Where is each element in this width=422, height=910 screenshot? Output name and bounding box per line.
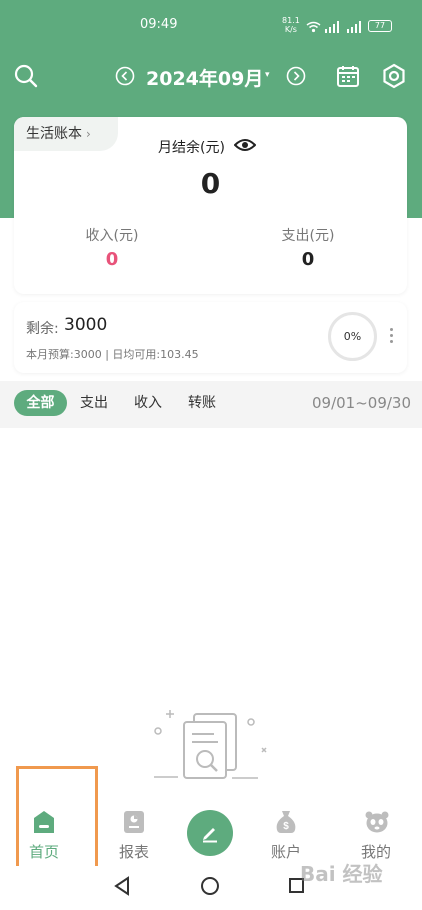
progress-text: 0% — [343, 330, 362, 343]
prev-month-icon[interactable] — [115, 66, 135, 90]
watermark: Bai 经验 — [300, 862, 383, 886]
search-icon[interactable] — [14, 64, 38, 92]
tab-expense[interactable]: 支出 — [74, 390, 114, 416]
wifi-icon — [306, 18, 321, 37]
net-speed-unit: K/s — [284, 25, 297, 34]
status-bar: 09:49 81.1 K/s 77 — [0, 14, 422, 38]
balance-label: 月结余(元) — [158, 140, 225, 156]
remaining-value: 3000 — [64, 315, 108, 335]
book-selector[interactable]: 生活账本 › — [14, 117, 118, 151]
income-label: 收入(元) — [85, 228, 139, 244]
budget-progress-ring: 0% — [328, 312, 377, 361]
nav-report[interactable]: 报表 — [104, 802, 164, 866]
next-month-icon[interactable] — [286, 66, 306, 90]
report-icon — [123, 810, 145, 838]
battery-level: 77 — [374, 21, 386, 30]
remaining-label: 剩余: — [26, 321, 59, 337]
home-button-icon[interactable] — [201, 877, 219, 895]
empty-state-icon — [150, 704, 270, 788]
expense-value: 0 — [301, 249, 315, 270]
balance-value: 0 — [200, 167, 221, 200]
status-time: 09:49 — [140, 17, 178, 32]
date-range[interactable]: 09/01~09/30 — [312, 390, 411, 416]
month-dropdown-icon[interactable]: ▾ — [265, 70, 270, 80]
add-record-button[interactable] — [187, 810, 233, 856]
signal-icon — [323, 18, 341, 37]
settings-icon[interactable] — [381, 63, 407, 93]
pen-icon — [200, 823, 220, 847]
nav-accounts[interactable]: $ 账户 — [256, 802, 316, 866]
signal-icon — [345, 18, 363, 37]
tab-income[interactable]: 收入 — [128, 390, 168, 416]
back-icon[interactable] — [113, 876, 131, 900]
income-value: 0 — [105, 249, 119, 270]
filter-bar: 全部 支出 收入 转账 09/01~09/30 — [0, 381, 422, 428]
budget-card[interactable]: 剩余: 3000 本月预算:3000 | 日均可用:103.45 0% — [14, 302, 407, 373]
svg-text:$: $ — [283, 821, 289, 832]
tab-transfer[interactable]: 转账 — [182, 390, 222, 416]
summary-card: 生活账本 › 月结余(元) 0 收入(元) 0 支出(元) 0 — [14, 117, 407, 294]
more-options-icon[interactable] — [390, 328, 394, 346]
battery-icon: 77 — [368, 20, 392, 32]
app-header: 2024年09月 ▾ — [0, 58, 422, 94]
net-speed-value: 81.1 — [282, 16, 300, 25]
nav-mine[interactable]: 我的 — [346, 802, 406, 866]
month-title[interactable]: 2024年09月 — [146, 64, 263, 91]
money-bag-icon: $ — [275, 810, 297, 838]
chevron-right-icon: › — [86, 127, 91, 141]
panda-icon — [365, 810, 389, 838]
expense-label: 支出(元) — [281, 228, 335, 244]
calendar-icon[interactable] — [336, 64, 360, 92]
tab-all[interactable]: 全部 — [14, 390, 67, 416]
book-name: 生活账本 — [26, 126, 82, 142]
net-speed: 81.1 K/s — [282, 16, 300, 34]
budget-detail: 本月预算:3000 | 日均可用:103.45 — [26, 348, 199, 361]
eye-icon[interactable] — [233, 137, 257, 157]
highlight-box — [16, 766, 98, 869]
nav-report-label: 报表 — [118, 843, 149, 861]
